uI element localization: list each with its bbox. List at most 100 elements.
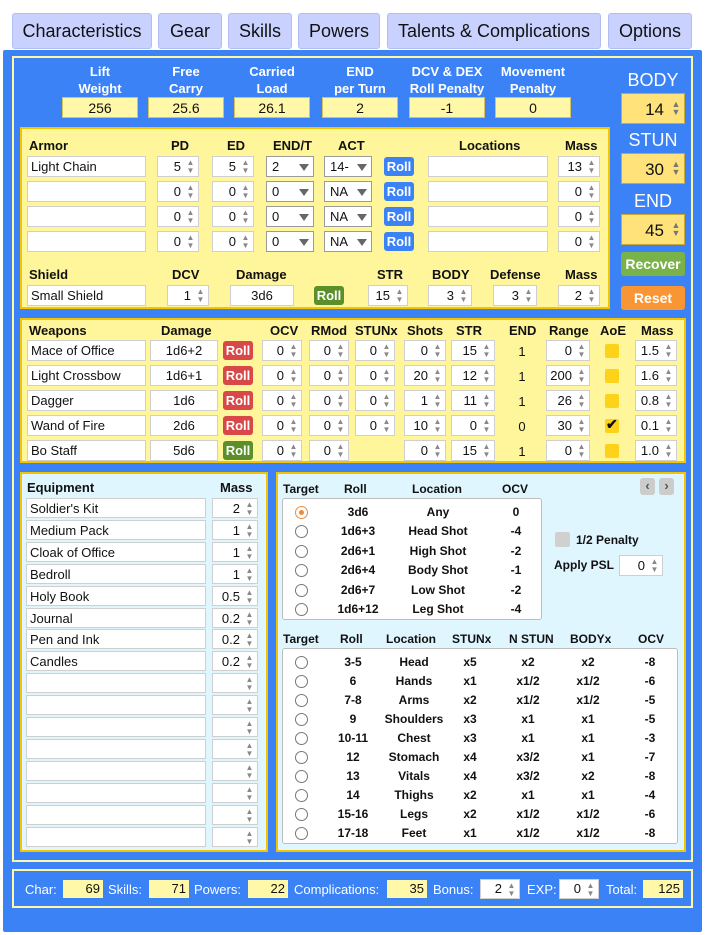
spinner-icon[interactable]: ▲ ▼: [432, 368, 443, 384]
weapon-shots-input[interactable]: 0 ▲ ▼: [404, 440, 446, 461]
half-penalty-checkbox[interactable]: [555, 532, 570, 547]
weapon-shots-input[interactable]: 10 ▲ ▼: [404, 415, 446, 436]
armor-name-input[interactable]: [27, 181, 146, 202]
spinner-icon[interactable]: ▲ ▼: [185, 159, 196, 175]
armor-name-input[interactable]: Light Chain: [27, 156, 146, 177]
weapon-damage-input[interactable]: 5d6: [150, 440, 218, 461]
spinner-icon[interactable]: ▲ ▼: [432, 443, 443, 459]
hit-location-radio[interactable]: [295, 808, 308, 821]
spinner-icon[interactable]: ▲ ▼: [244, 829, 255, 846]
armor-roll-button[interactable]: Roll: [384, 157, 414, 176]
spinner-icon[interactable]: ▲ ▼: [586, 209, 597, 225]
spinner-icon[interactable]: ▲ ▼: [481, 368, 492, 384]
spinner-icon[interactable]: ▲ ▼: [663, 418, 674, 434]
weapon-str-input[interactable]: 15 ▲ ▼: [451, 340, 495, 361]
hit-location-radio[interactable]: [295, 751, 308, 764]
armor-locations-input[interactable]: [428, 156, 548, 177]
hit-location-radio[interactable]: [295, 827, 308, 840]
target-type-radio[interactable]: [295, 603, 308, 616]
spinner-icon[interactable]: ▲ ▼: [458, 288, 469, 304]
armor-mass-input[interactable]: 0 ▲ ▼: [558, 231, 600, 252]
bonus-input[interactable]: 2 ▲ ▼: [480, 879, 520, 899]
spinner-icon[interactable]: ▲ ▼: [381, 343, 392, 359]
spinner-icon[interactable]: ▲ ▼: [381, 418, 392, 434]
armor-act-select[interactable]: NA: [324, 206, 372, 227]
equipment-mass-input[interactable]: ▲ ▼: [212, 826, 258, 847]
tab-powers[interactable]: Powers: [298, 13, 380, 49]
armor-ed-input[interactable]: 0 ▲ ▼: [212, 181, 254, 202]
armor-roll-button[interactable]: Roll: [384, 207, 414, 226]
spinner-icon[interactable]: ▲ ▼: [586, 234, 597, 250]
spinner-icon[interactable]: ▲ ▼: [185, 234, 196, 250]
armor-pd-input[interactable]: 0 ▲ ▼: [157, 231, 199, 252]
armor-ed-input[interactable]: 0 ▲ ▼: [212, 231, 254, 252]
spinner-icon[interactable]: ▲ ▼: [663, 443, 674, 459]
weapon-ocv-input[interactable]: 0 ▲ ▼: [262, 340, 302, 361]
spinner-icon[interactable]: ▲ ▼: [335, 418, 346, 434]
weapon-str-input[interactable]: 15 ▲ ▼: [451, 440, 495, 461]
spinner-icon[interactable]: ▲ ▼: [586, 184, 597, 200]
shield-str-input[interactable]: 15 ▲ ▼: [368, 285, 408, 306]
equipment-mass-input[interactable]: ▲ ▼: [212, 782, 258, 803]
spinner-icon[interactable]: ▲ ▼: [335, 443, 346, 459]
hit-location-radio[interactable]: [295, 675, 308, 688]
spinner-icon[interactable]: ▲ ▼: [244, 720, 255, 736]
spinner-icon[interactable]: ▲ ▼: [506, 882, 517, 898]
armor-roll-button[interactable]: Roll: [384, 232, 414, 251]
psl-input[interactable]: 0 ▲ ▼: [619, 555, 663, 576]
armor-mass-input[interactable]: 13 ▲ ▼: [558, 156, 600, 177]
spinner-icon[interactable]: ▲ ▼: [335, 368, 346, 384]
spinner-icon[interactable]: ▲ ▼: [381, 393, 392, 409]
weapon-shots-input[interactable]: 1 ▲ ▼: [404, 390, 446, 411]
next-arrow-icon[interactable]: ›: [659, 478, 674, 495]
spinner-icon[interactable]: ▲ ▼: [240, 184, 251, 200]
spinner-icon[interactable]: ▲ ▼: [663, 343, 674, 359]
armor-endt-select[interactable]: 0: [266, 206, 314, 227]
equipment-mass-input[interactable]: ▲ ▼: [212, 738, 258, 759]
weapon-range-input[interactable]: 30 ▲ ▼: [546, 415, 590, 436]
armor-ed-input[interactable]: 0 ▲ ▼: [212, 206, 254, 227]
armor-pd-input[interactable]: 5 ▲ ▼: [157, 156, 199, 177]
armor-pd-input[interactable]: 0 ▲ ▼: [157, 206, 199, 227]
equipment-mass-input[interactable]: 0.2 ▲ ▼: [212, 607, 258, 628]
spinner-icon[interactable]: ▲ ▼: [663, 393, 674, 409]
spinner-icon[interactable]: ▲ ▼: [288, 443, 299, 459]
weapon-stunx-input[interactable]: 0 ▲ ▼: [355, 415, 395, 436]
weapon-aoe-checkbox[interactable]: [605, 369, 619, 383]
spinner-icon[interactable]: ▲ ▼: [481, 393, 492, 409]
armor-name-input[interactable]: [27, 231, 146, 252]
equipment-name-input[interactable]: Soldier's Kit: [26, 498, 206, 518]
weapon-name-input[interactable]: Bo Staff: [27, 440, 146, 461]
weapon-str-input[interactable]: 11 ▲ ▼: [451, 390, 495, 411]
spinner-icon[interactable]: ▲ ▼: [523, 288, 534, 304]
shield-name-input[interactable]: Small Shield: [27, 285, 146, 306]
spinner-icon[interactable]: ▲ ▼: [586, 159, 597, 175]
spinner-icon[interactable]: ▲ ▼: [288, 368, 299, 384]
spinner-icon[interactable]: ▲ ▼: [244, 588, 255, 605]
weapon-str-input[interactable]: 0 ▲ ▼: [451, 415, 495, 436]
spinner-icon[interactable]: ▲ ▼: [381, 368, 392, 384]
weapon-rmod-input[interactable]: 0 ▲ ▼: [309, 440, 349, 461]
weapon-aoe-checkbox[interactable]: [605, 394, 619, 408]
shield-mass-input[interactable]: 2 ▲ ▼: [558, 285, 600, 306]
tab-characteristics[interactable]: Characteristics: [12, 13, 152, 49]
weapon-rmod-input[interactable]: 0 ▲ ▼: [309, 390, 349, 411]
spinner-icon[interactable]: ▲ ▼: [432, 418, 443, 434]
equipment-name-input[interactable]: Journal: [26, 607, 206, 628]
weapon-shots-input[interactable]: 20 ▲ ▼: [404, 365, 446, 386]
spinner-icon[interactable]: ▲ ▼: [244, 763, 255, 780]
equipment-mass-input[interactable]: 1 ▲ ▼: [212, 519, 258, 540]
weapon-mass-input[interactable]: 0.1 ▲ ▼: [635, 415, 677, 436]
armor-roll-button[interactable]: Roll: [384, 182, 414, 201]
weapon-name-input[interactable]: Wand of Fire: [27, 415, 146, 436]
equipment-mass-input[interactable]: 0.2 ▲ ▼: [212, 629, 258, 650]
weapon-damage-input[interactable]: 2d6: [150, 415, 218, 436]
armor-locations-input[interactable]: [428, 231, 548, 252]
tab-talents-complications[interactable]: Talents & Complications: [387, 13, 601, 49]
equipment-name-input[interactable]: [26, 695, 206, 716]
weapon-mass-input[interactable]: 1.0 ▲ ▼: [635, 440, 677, 461]
spinner-icon[interactable]: ▲ ▼: [670, 160, 682, 177]
weapon-range-input[interactable]: 0 ▲ ▼: [546, 340, 590, 361]
hit-location-radio[interactable]: [295, 770, 308, 783]
equipment-mass-input[interactable]: ▲ ▼: [212, 673, 258, 694]
